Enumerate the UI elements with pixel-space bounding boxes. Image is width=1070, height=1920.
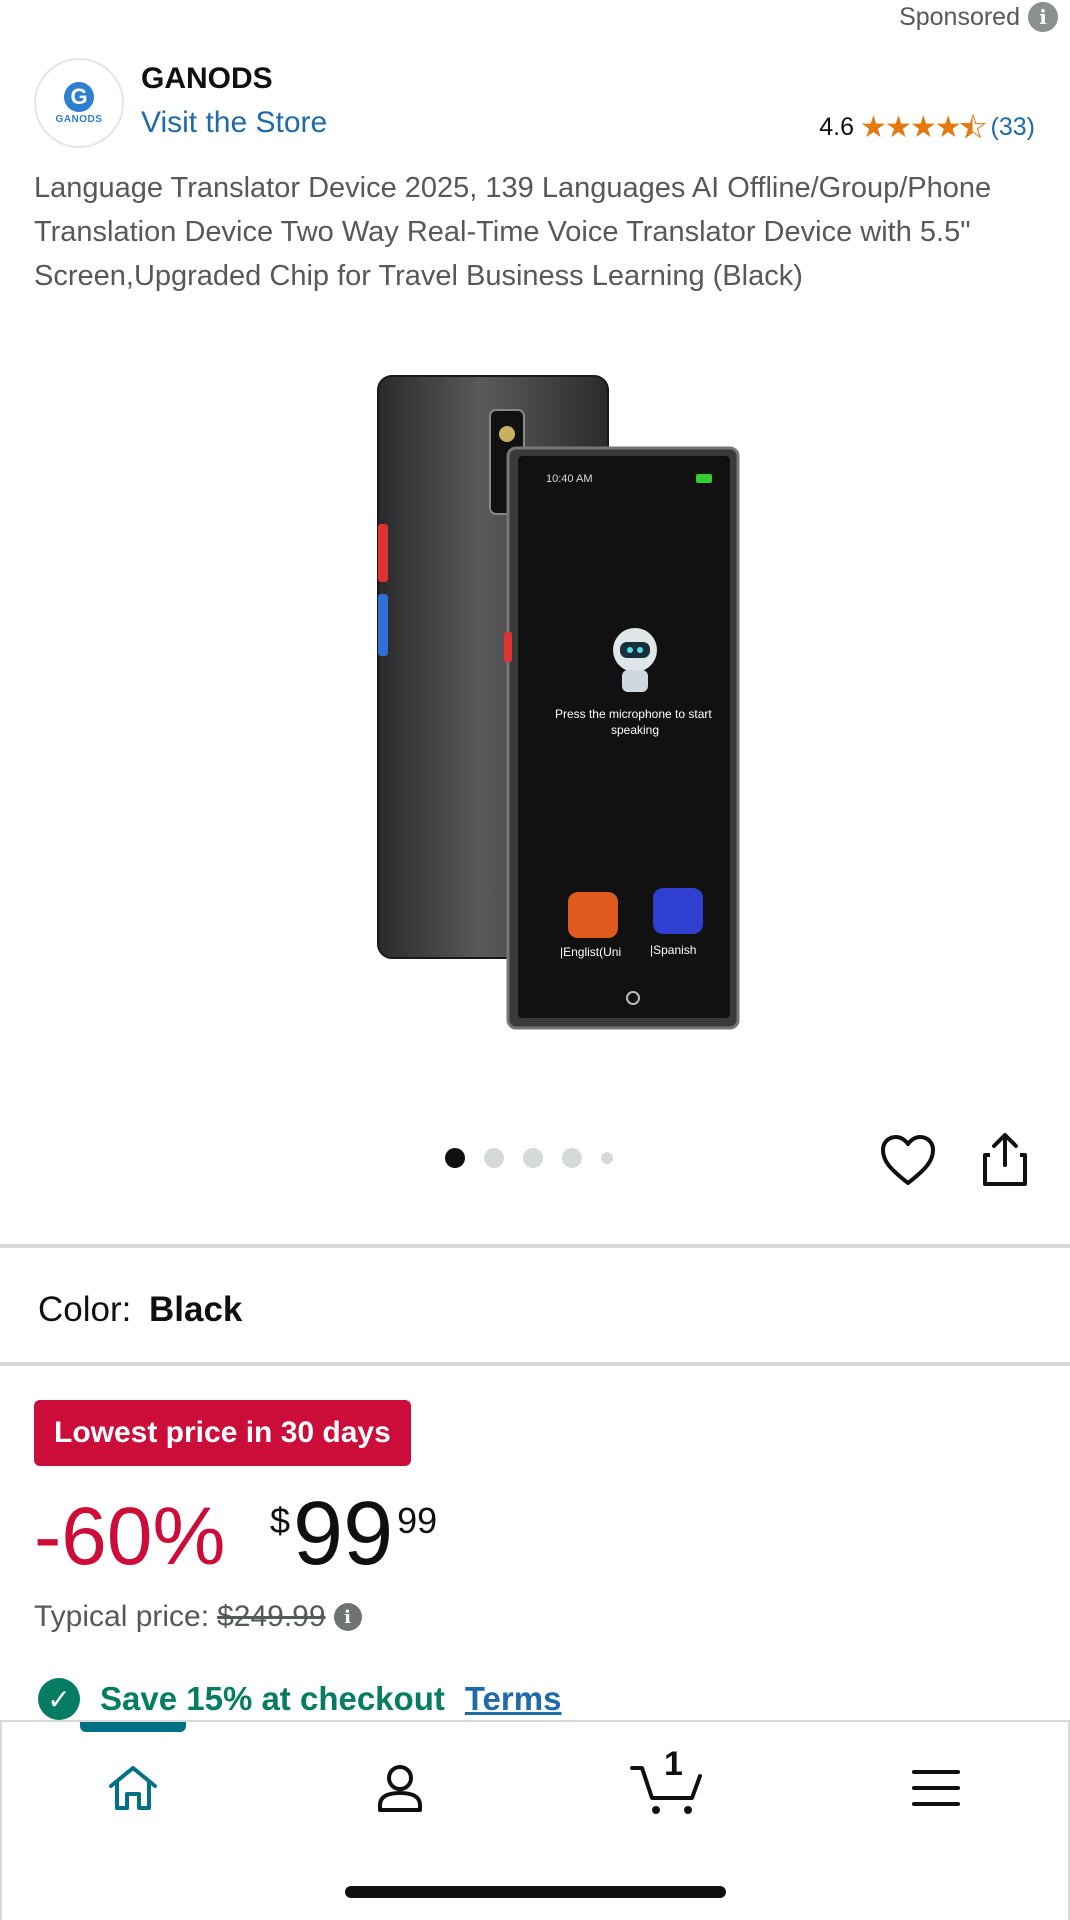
review-count[interactable]: (33) — [991, 113, 1035, 142]
image-carousel-dots — [445, 1148, 613, 1168]
carousel-dot[interactable] — [484, 1148, 504, 1168]
share-icon[interactable] — [982, 1131, 1028, 1187]
sponsored-label[interactable]: Sponsored i — [899, 2, 1058, 32]
screen-time: 10:40 AM — [546, 473, 592, 485]
price-fraction: 99 — [397, 1500, 438, 1541]
carousel-dot[interactable] — [601, 1152, 613, 1164]
price-currency: $ — [270, 1500, 291, 1541]
product-title: Language Translator Device 2025, 139 Lan… — [34, 172, 992, 292]
store-logo[interactable]: G GANODS — [34, 58, 124, 148]
section-divider — [0, 1362, 1070, 1366]
menu-icon — [912, 1770, 960, 1806]
coupon-row: ✓ Save 15% at checkout Terms — [38, 1678, 561, 1720]
active-tab-indicator — [80, 1722, 186, 1732]
brand-name: GANODS — [141, 62, 273, 95]
price-whole: 99 — [293, 1484, 394, 1584]
info-icon[interactable]: i — [333, 1603, 362, 1631]
carousel-dot[interactable] — [562, 1148, 582, 1168]
lang-left-label: |Englist(Uni — [560, 945, 621, 959]
store-logo-mark: G — [64, 81, 94, 112]
nav-menu[interactable] — [896, 1748, 976, 1828]
coupon-text: Save 15% at checkout — [100, 1680, 445, 1717]
product-image[interactable]: 10:40 AM Press the microphone to start s… — [370, 372, 740, 1032]
color-label: Color: — [38, 1290, 132, 1329]
screen-message-line: Press the microphone to start — [555, 707, 712, 721]
terms-link[interactable]: Terms — [465, 1680, 562, 1718]
home-icon — [109, 1766, 157, 1810]
sponsored-text: Sponsored — [899, 2, 1020, 31]
carousel-dot[interactable] — [445, 1148, 465, 1168]
deal-badge: Lowest price in 30 days — [34, 1400, 411, 1466]
account-icon — [378, 1765, 422, 1812]
cart-count-badge: 1 — [664, 1745, 683, 1783]
nav-account[interactable] — [360, 1748, 440, 1828]
info-icon[interactable]: i — [1028, 2, 1058, 32]
section-divider — [0, 1244, 1070, 1248]
visit-store-link[interactable]: Visit the Store — [141, 106, 327, 140]
carousel-dot[interactable] — [523, 1148, 543, 1168]
star-rating-icon: ★★★★★ — [860, 111, 987, 145]
heart-icon[interactable] — [880, 1135, 936, 1187]
rating-value: 4.6 — [819, 113, 855, 141]
typical-price-label: Typical price: — [34, 1600, 210, 1633]
screen-message-line: speaking — [611, 723, 659, 737]
price: $ 99 99 — [270, 1486, 437, 1582]
typical-price: Typical price: $249.99 i — [34, 1600, 362, 1634]
nav-home[interactable] — [93, 1748, 173, 1828]
discount-percent: -60% — [34, 1491, 226, 1582]
home-indicator-bar[interactable] — [345, 1886, 726, 1898]
store-logo-text: GANODS — [55, 113, 103, 125]
lang-right-label: |Spanish — [650, 943, 696, 957]
checkmark-icon: ✓ — [38, 1678, 80, 1720]
typical-price-value: $249.99 — [217, 1600, 326, 1633]
color-value: Black — [149, 1290, 243, 1329]
rating-summary[interactable]: 4.6 ★★★★★ (33) — [819, 110, 1035, 145]
